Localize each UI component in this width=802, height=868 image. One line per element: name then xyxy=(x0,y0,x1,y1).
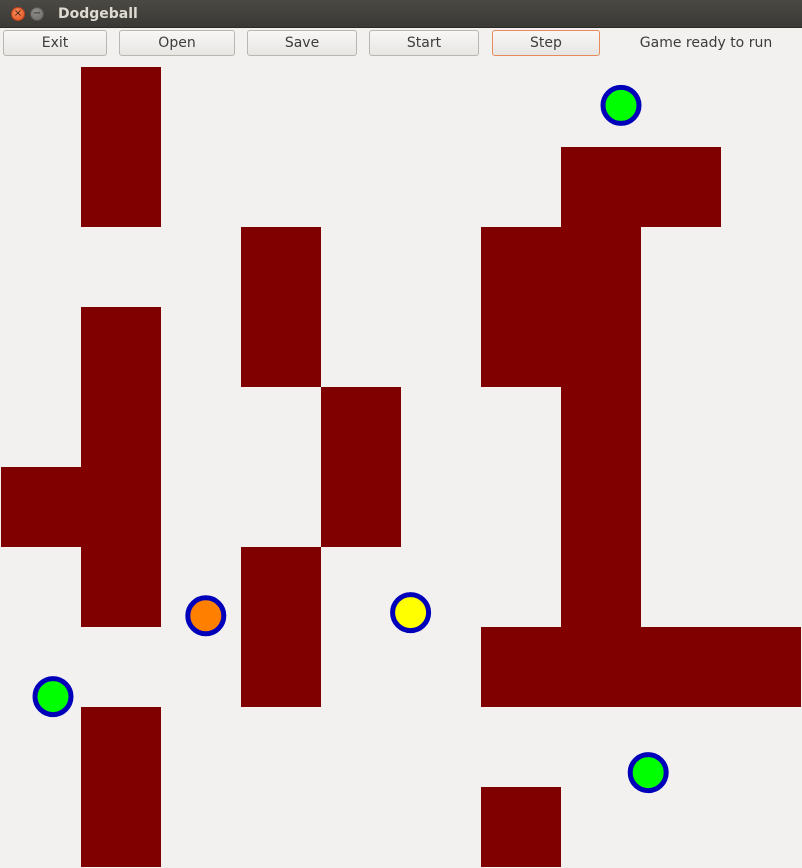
wall-block xyxy=(481,227,561,307)
wall-block xyxy=(561,467,641,547)
window-titlebar: × − Dodgeball xyxy=(0,0,802,28)
wall-block xyxy=(481,307,561,387)
exit-button[interactable]: Exit xyxy=(3,30,107,56)
wall-block xyxy=(641,147,721,227)
wall-block xyxy=(561,147,641,227)
wall-block xyxy=(81,147,161,227)
wall-block xyxy=(241,307,321,387)
minimize-window-icon[interactable]: − xyxy=(30,6,44,21)
status-text: Game ready to run xyxy=(639,35,773,51)
ball-5 xyxy=(627,752,669,794)
wall-block xyxy=(1,467,81,547)
wall-block xyxy=(81,307,161,387)
ball-4 xyxy=(32,676,74,718)
game-board[interactable] xyxy=(0,58,802,868)
ball-3 xyxy=(390,592,432,634)
open-button[interactable]: Open xyxy=(119,30,235,56)
wall-block xyxy=(561,307,641,387)
wall-block xyxy=(241,627,321,707)
wall-block xyxy=(641,627,721,707)
wall-block xyxy=(241,547,321,627)
wall-block xyxy=(561,387,641,467)
wall-block xyxy=(81,467,161,547)
wall-block xyxy=(81,67,161,147)
wall-block xyxy=(81,707,161,787)
wall-block xyxy=(81,787,161,867)
wall-block xyxy=(81,387,161,467)
wall-block xyxy=(81,547,161,627)
wall-block xyxy=(481,787,561,867)
start-button[interactable]: Start xyxy=(369,30,479,56)
wall-block xyxy=(321,387,401,467)
step-button[interactable]: Step xyxy=(492,30,600,56)
wall-block xyxy=(561,547,641,627)
toolbar: Exit Open Save Start Step Game ready to … xyxy=(0,28,802,58)
wall-block xyxy=(241,227,321,307)
close-window-icon[interactable]: × xyxy=(11,6,25,21)
wall-block xyxy=(481,627,561,707)
ball-2 xyxy=(185,595,227,637)
ball-1 xyxy=(600,84,642,126)
window-title: Dodgeball xyxy=(58,5,138,22)
wall-block xyxy=(721,627,801,707)
wall-block xyxy=(561,227,641,307)
save-button[interactable]: Save xyxy=(247,30,357,56)
wall-block xyxy=(561,627,641,707)
wall-block xyxy=(321,467,401,547)
